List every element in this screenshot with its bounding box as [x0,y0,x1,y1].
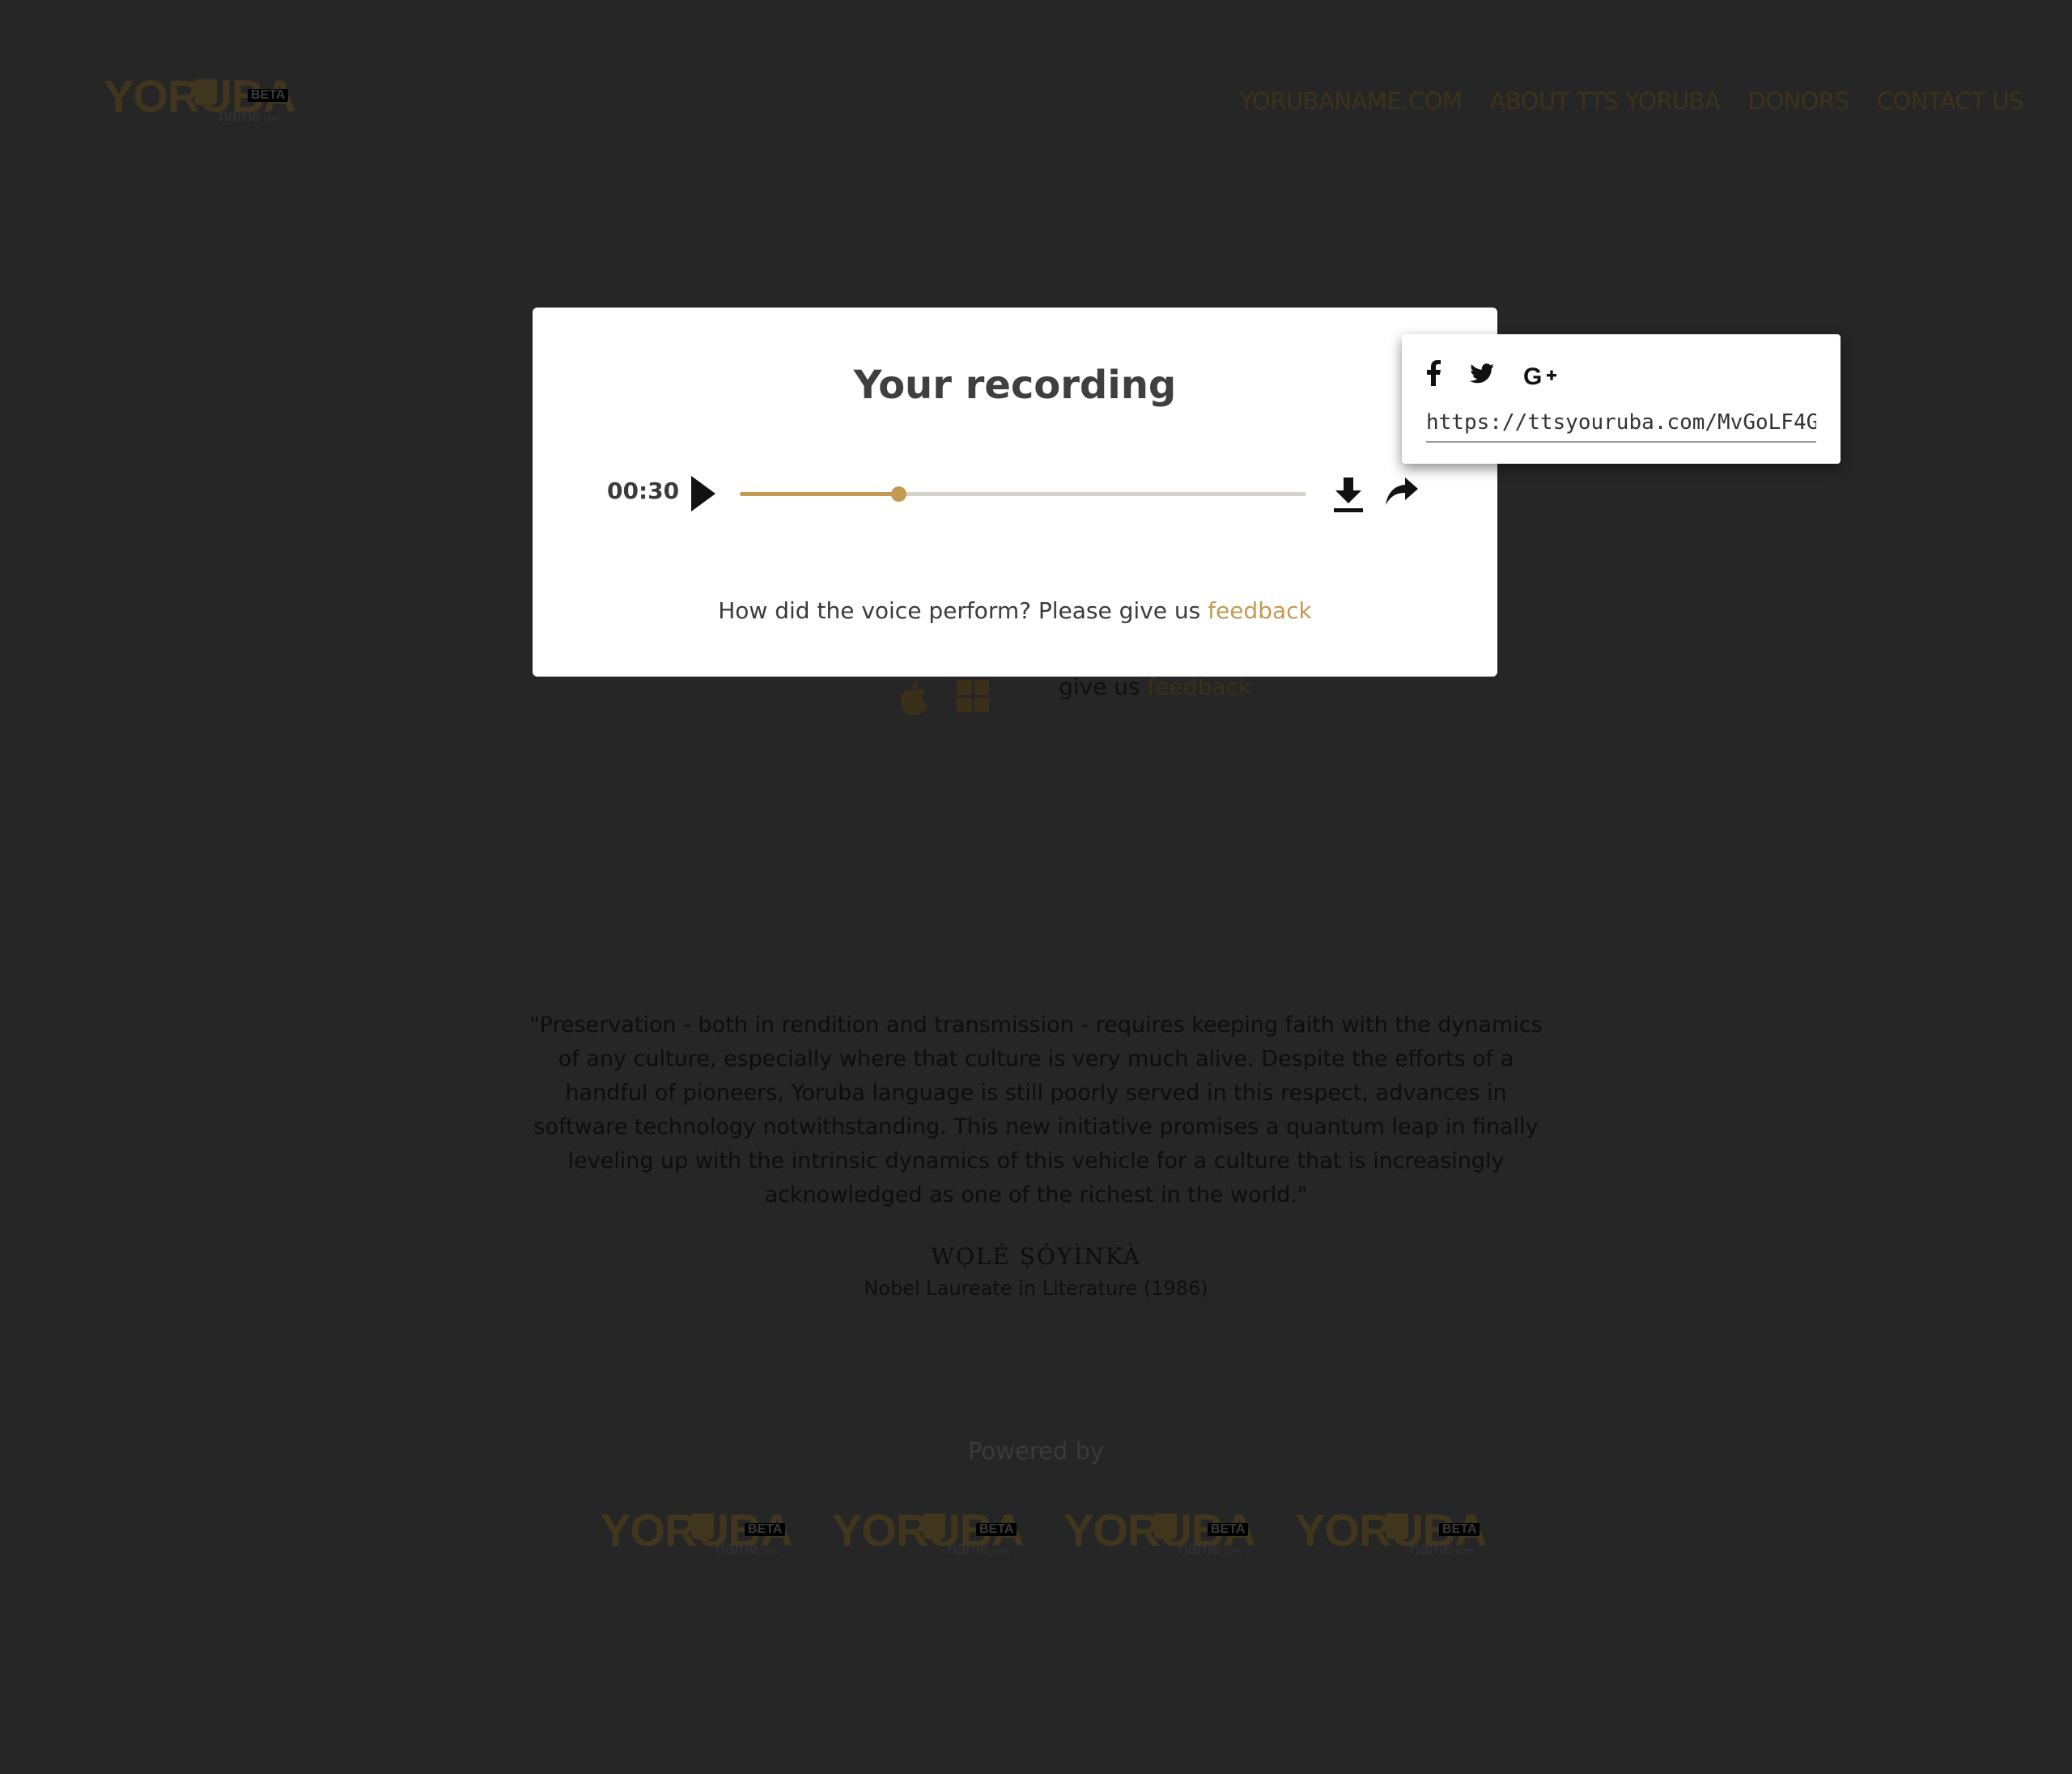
apple-icon[interactable] [898,680,929,723]
logo-sub-suffix: .com [1221,1547,1242,1556]
windows-pane [957,680,972,695]
share-url-field[interactable] [1426,404,1816,443]
partner-logo[interactable]: YORUBA BETA name.com [832,1504,1025,1568]
logo-sub-suffix: .com [261,114,282,124]
google-plus-icon[interactable]: G [1523,365,1559,386]
progress-fill [740,492,898,496]
beta-badge: BETA [976,1523,1017,1536]
progress-slider[interactable] [740,486,1306,502]
logo-subtext: name.com [947,1539,1010,1559]
beta-badge: BETA [1439,1523,1480,1536]
header-logo[interactable]: YORUBA BETA name.com [104,70,296,134]
logo-drum-icon [691,1513,714,1539]
powered-by-label: Powered by [967,1437,1105,1465]
playback-time: 00:30 [607,477,680,504]
windows-pane [974,697,989,712]
share-popover: G [1402,334,1841,464]
logo-subtext: name.com [219,107,282,126]
windows-icon[interactable] [957,680,989,712]
recording-modal: Your recording 00:30 How did the voice p… [533,308,1497,677]
twitter-icon[interactable] [1470,363,1494,384]
logo-subtext: name.com [1178,1539,1242,1559]
logo-sub-name: name [1410,1539,1453,1558]
download-icon[interactable] [1332,476,1365,513]
nav-yorubaname[interactable]: YORUBANAME.COM [1239,87,1463,115]
logo-drum-icon [194,79,217,105]
logo-drum-icon [923,1513,945,1539]
background-feedback-text: give us feedback [1059,673,1251,700]
logo-drum-icon [1386,1513,1408,1539]
logo-subtext: name.com [1410,1539,1473,1559]
logo-sub-name: name [219,107,261,125]
logo-sub-name: name [947,1539,990,1558]
beta-badge: BETA [745,1523,786,1536]
progress-handle[interactable] [891,486,906,502]
logo-subtext: name.com [715,1539,779,1559]
windows-pane [957,697,972,712]
partner-logo[interactable]: YORUBA BETA name.com [601,1504,793,1568]
soyinka-quote: "Preservation - both in rendition and tr… [529,1012,1543,1207]
modal-title: Your recording [853,363,1177,408]
quote-author-title: Nobel Laureate in Literature (1986) [864,1277,1208,1300]
nav-about-tts-yoruba[interactable]: ABOUT TTS YORUBA [1490,87,1721,115]
nav-donors[interactable]: DONORS [1747,87,1849,115]
share-icon[interactable] [1384,476,1420,508]
logo-sub-name: name [715,1539,758,1558]
play-icon[interactable] [691,476,715,511]
beta-badge: BETA [248,89,289,102]
logo-sub-suffix: .com [758,1547,779,1556]
facebook-icon[interactable] [1426,360,1441,386]
quote-author: WỌLÉ ṢÓYÌNKÀ [931,1243,1141,1270]
svg-text:G: G [1523,365,1542,386]
beta-badge: BETA [1208,1523,1249,1536]
apple-glyph [901,681,927,715]
feedback-prompt-text: How did the voice perform? Please give u… [718,597,1208,624]
background-feedback-link[interactable]: feedback [1147,673,1251,700]
feedback-link[interactable]: feedback [1208,597,1312,624]
logo-sub-name: name [1178,1539,1221,1558]
feedback-prompt: How did the voice perform? Please give u… [533,597,1497,624]
logo-drum-icon [1154,1513,1177,1539]
platform-icons [898,680,989,723]
main-nav: YORUBANAME.COM ABOUT TTS YORUBA DONORS C… [1239,87,2023,115]
partner-logos: YORUBA BETA name.com YORUBA BETA name.co… [601,1504,1488,1568]
logo-sub-suffix: .com [1452,1547,1473,1556]
background-give-text: give us [1059,673,1148,700]
logo-sub-suffix: .com [989,1547,1010,1556]
partner-logo[interactable]: YORUBA BETA name.com [1295,1504,1488,1568]
partner-logo[interactable]: YORUBA BETA name.com [1064,1504,1256,1568]
windows-pane [974,680,989,695]
nav-contact-us[interactable]: CONTACT US [1877,87,2024,115]
